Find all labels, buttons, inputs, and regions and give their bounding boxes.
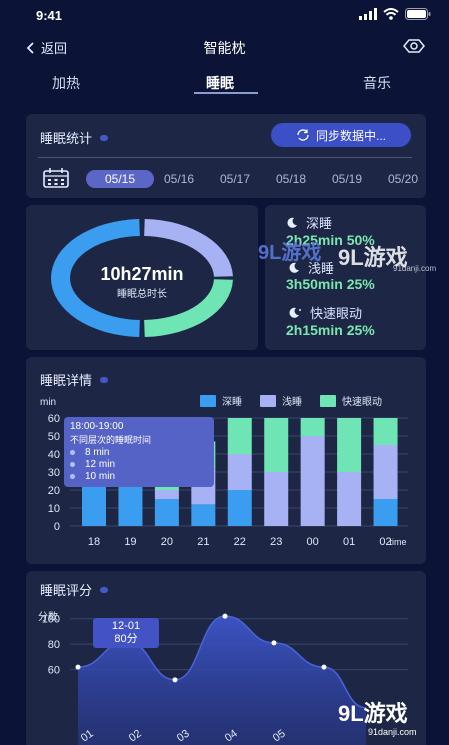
bar-segment bbox=[227, 454, 252, 490]
bar-segment bbox=[154, 490, 179, 499]
bar-segment bbox=[373, 445, 398, 499]
x-tick-label: 20 bbox=[161, 536, 173, 548]
y-tick-label: 60 bbox=[48, 413, 60, 425]
chevron-left-icon bbox=[26, 41, 34, 54]
bar-segment bbox=[373, 499, 398, 526]
deep-sleep-label: 深睡 bbox=[286, 213, 332, 232]
x-tick-label: 23 bbox=[270, 536, 282, 548]
total-sleep-label: 睡眠总时长 bbox=[117, 289, 167, 300]
title-dot bbox=[100, 586, 109, 593]
bar-segment bbox=[264, 472, 289, 526]
signal-icon bbox=[359, 8, 377, 20]
refresh-icon bbox=[297, 129, 309, 141]
x-tick-label: 00 bbox=[307, 536, 319, 548]
x-tick-label: 19 bbox=[124, 536, 136, 548]
status-time: 9:41 bbox=[36, 8, 63, 23]
score-point bbox=[271, 640, 277, 646]
bar-segment bbox=[154, 499, 179, 526]
moon-icon bbox=[287, 217, 297, 228]
gear-icon bbox=[403, 39, 425, 53]
calendar-icon bbox=[43, 168, 69, 188]
x-axis-label: time bbox=[389, 537, 406, 547]
settings-button[interactable] bbox=[403, 38, 425, 59]
x-tick-label: 21 bbox=[197, 536, 209, 548]
battery-icon bbox=[405, 8, 431, 20]
tooltip-row: 8 min bbox=[70, 447, 208, 458]
x-tick-label: 18 bbox=[88, 536, 100, 548]
y-tick-label: 60 bbox=[48, 665, 60, 677]
title-dot bbox=[100, 134, 109, 141]
light-sleep-value: 3h50min 25% bbox=[286, 276, 375, 292]
watermark-logo: 9L游戏 bbox=[338, 701, 408, 726]
y-tick-label: 10 bbox=[48, 503, 60, 515]
divider bbox=[38, 157, 412, 158]
tab-sleep[interactable]: 睡眠 bbox=[206, 73, 234, 93]
calendar-button[interactable] bbox=[43, 168, 69, 193]
rem-sleep-label: 快速眼动 bbox=[288, 303, 362, 322]
bar-segment bbox=[373, 418, 398, 445]
bar-segment bbox=[337, 472, 362, 526]
date-item[interactable]: 05/17 bbox=[220, 172, 250, 186]
x-tick-label: 01 bbox=[343, 536, 355, 548]
tooltip-row: 10 min bbox=[70, 471, 208, 482]
y-tick-label: 0 bbox=[54, 521, 60, 533]
sleep-score-title: 睡眠评分 bbox=[40, 580, 109, 599]
score-tooltip: 12-01 80分 bbox=[93, 618, 159, 648]
tooltip-time: 18:00-19:00 bbox=[70, 421, 124, 432]
bar-segment bbox=[337, 418, 362, 472]
y-tick-label: 80 bbox=[48, 639, 60, 651]
date-item[interactable]: 05/19 bbox=[332, 172, 362, 186]
bar-segment bbox=[227, 418, 252, 454]
tab-underline bbox=[194, 92, 258, 94]
score-tooltip-value: 80分 bbox=[114, 633, 138, 645]
sleep-detail-title-text: 睡眠详情 bbox=[40, 373, 93, 388]
rem-sleep-value: 2h15min 25% bbox=[286, 322, 375, 338]
score-point bbox=[172, 677, 178, 683]
total-sleep-time: 10h27min bbox=[100, 264, 184, 284]
sleep-detail-title: 睡眠详情 bbox=[40, 370, 109, 389]
tooltip-row: 12 min bbox=[70, 459, 208, 470]
score-tooltip-date: 12-01 bbox=[111, 620, 141, 632]
y-tick-label: 20 bbox=[48, 485, 60, 497]
date-item[interactable]: 05/16 bbox=[164, 172, 194, 186]
date-item[interactable]: 05/18 bbox=[276, 172, 306, 186]
tab-music[interactable]: 音乐 bbox=[363, 73, 391, 93]
y-tick-label: 40 bbox=[48, 449, 60, 461]
watermark-site: 91danji.com bbox=[368, 727, 417, 737]
score-point bbox=[321, 664, 327, 670]
y-tick-label: 100 bbox=[42, 614, 60, 626]
back-button[interactable]: 返回 bbox=[26, 38, 67, 57]
tab-heating[interactable]: 加热 bbox=[52, 73, 80, 93]
date-selected[interactable]: 05/15 bbox=[86, 170, 154, 188]
status-bar: 9:41 bbox=[0, 0, 449, 32]
watermark-logo: 9L游戏 bbox=[258, 242, 322, 264]
back-label: 返回 bbox=[41, 41, 68, 56]
wifi-icon bbox=[383, 8, 399, 20]
sleep-stats-title: 睡眠统计 bbox=[40, 128, 109, 147]
date-item[interactable]: 05/20 bbox=[388, 172, 425, 186]
status-icons bbox=[359, 8, 431, 20]
bar-segment bbox=[300, 436, 325, 526]
watermark-site: 91danji.com bbox=[393, 264, 437, 273]
sync-data-button[interactable]: 同步数据中... bbox=[271, 123, 411, 147]
bar-tooltip: 18:00-19:00 不同层次的睡眠时间 8 min 12 min 10 mi… bbox=[64, 417, 214, 487]
bar-segment bbox=[118, 481, 143, 526]
x-tick-label: 22 bbox=[234, 536, 246, 548]
moon-stars-icon bbox=[289, 307, 301, 318]
title-dot bbox=[100, 376, 109, 383]
bar-segment bbox=[227, 490, 252, 526]
sleep-stats-title-text: 睡眠统计 bbox=[40, 131, 93, 146]
score-point bbox=[75, 664, 81, 670]
bar-segment bbox=[191, 504, 216, 526]
tooltip-subtitle: 不同层次的睡眠时间 bbox=[70, 435, 152, 445]
bar-segment bbox=[300, 418, 325, 436]
score-point bbox=[222, 613, 228, 619]
y-axis-label: min bbox=[40, 397, 56, 408]
y-tick-label: 50 bbox=[48, 431, 60, 443]
page-title: 智能枕 bbox=[203, 40, 246, 56]
sleep-score-title-text: 睡眠评分 bbox=[40, 583, 93, 598]
y-tick-label: 30 bbox=[48, 467, 60, 479]
bar-segment bbox=[264, 418, 289, 472]
sync-label: 同步数据中... bbox=[315, 128, 386, 143]
